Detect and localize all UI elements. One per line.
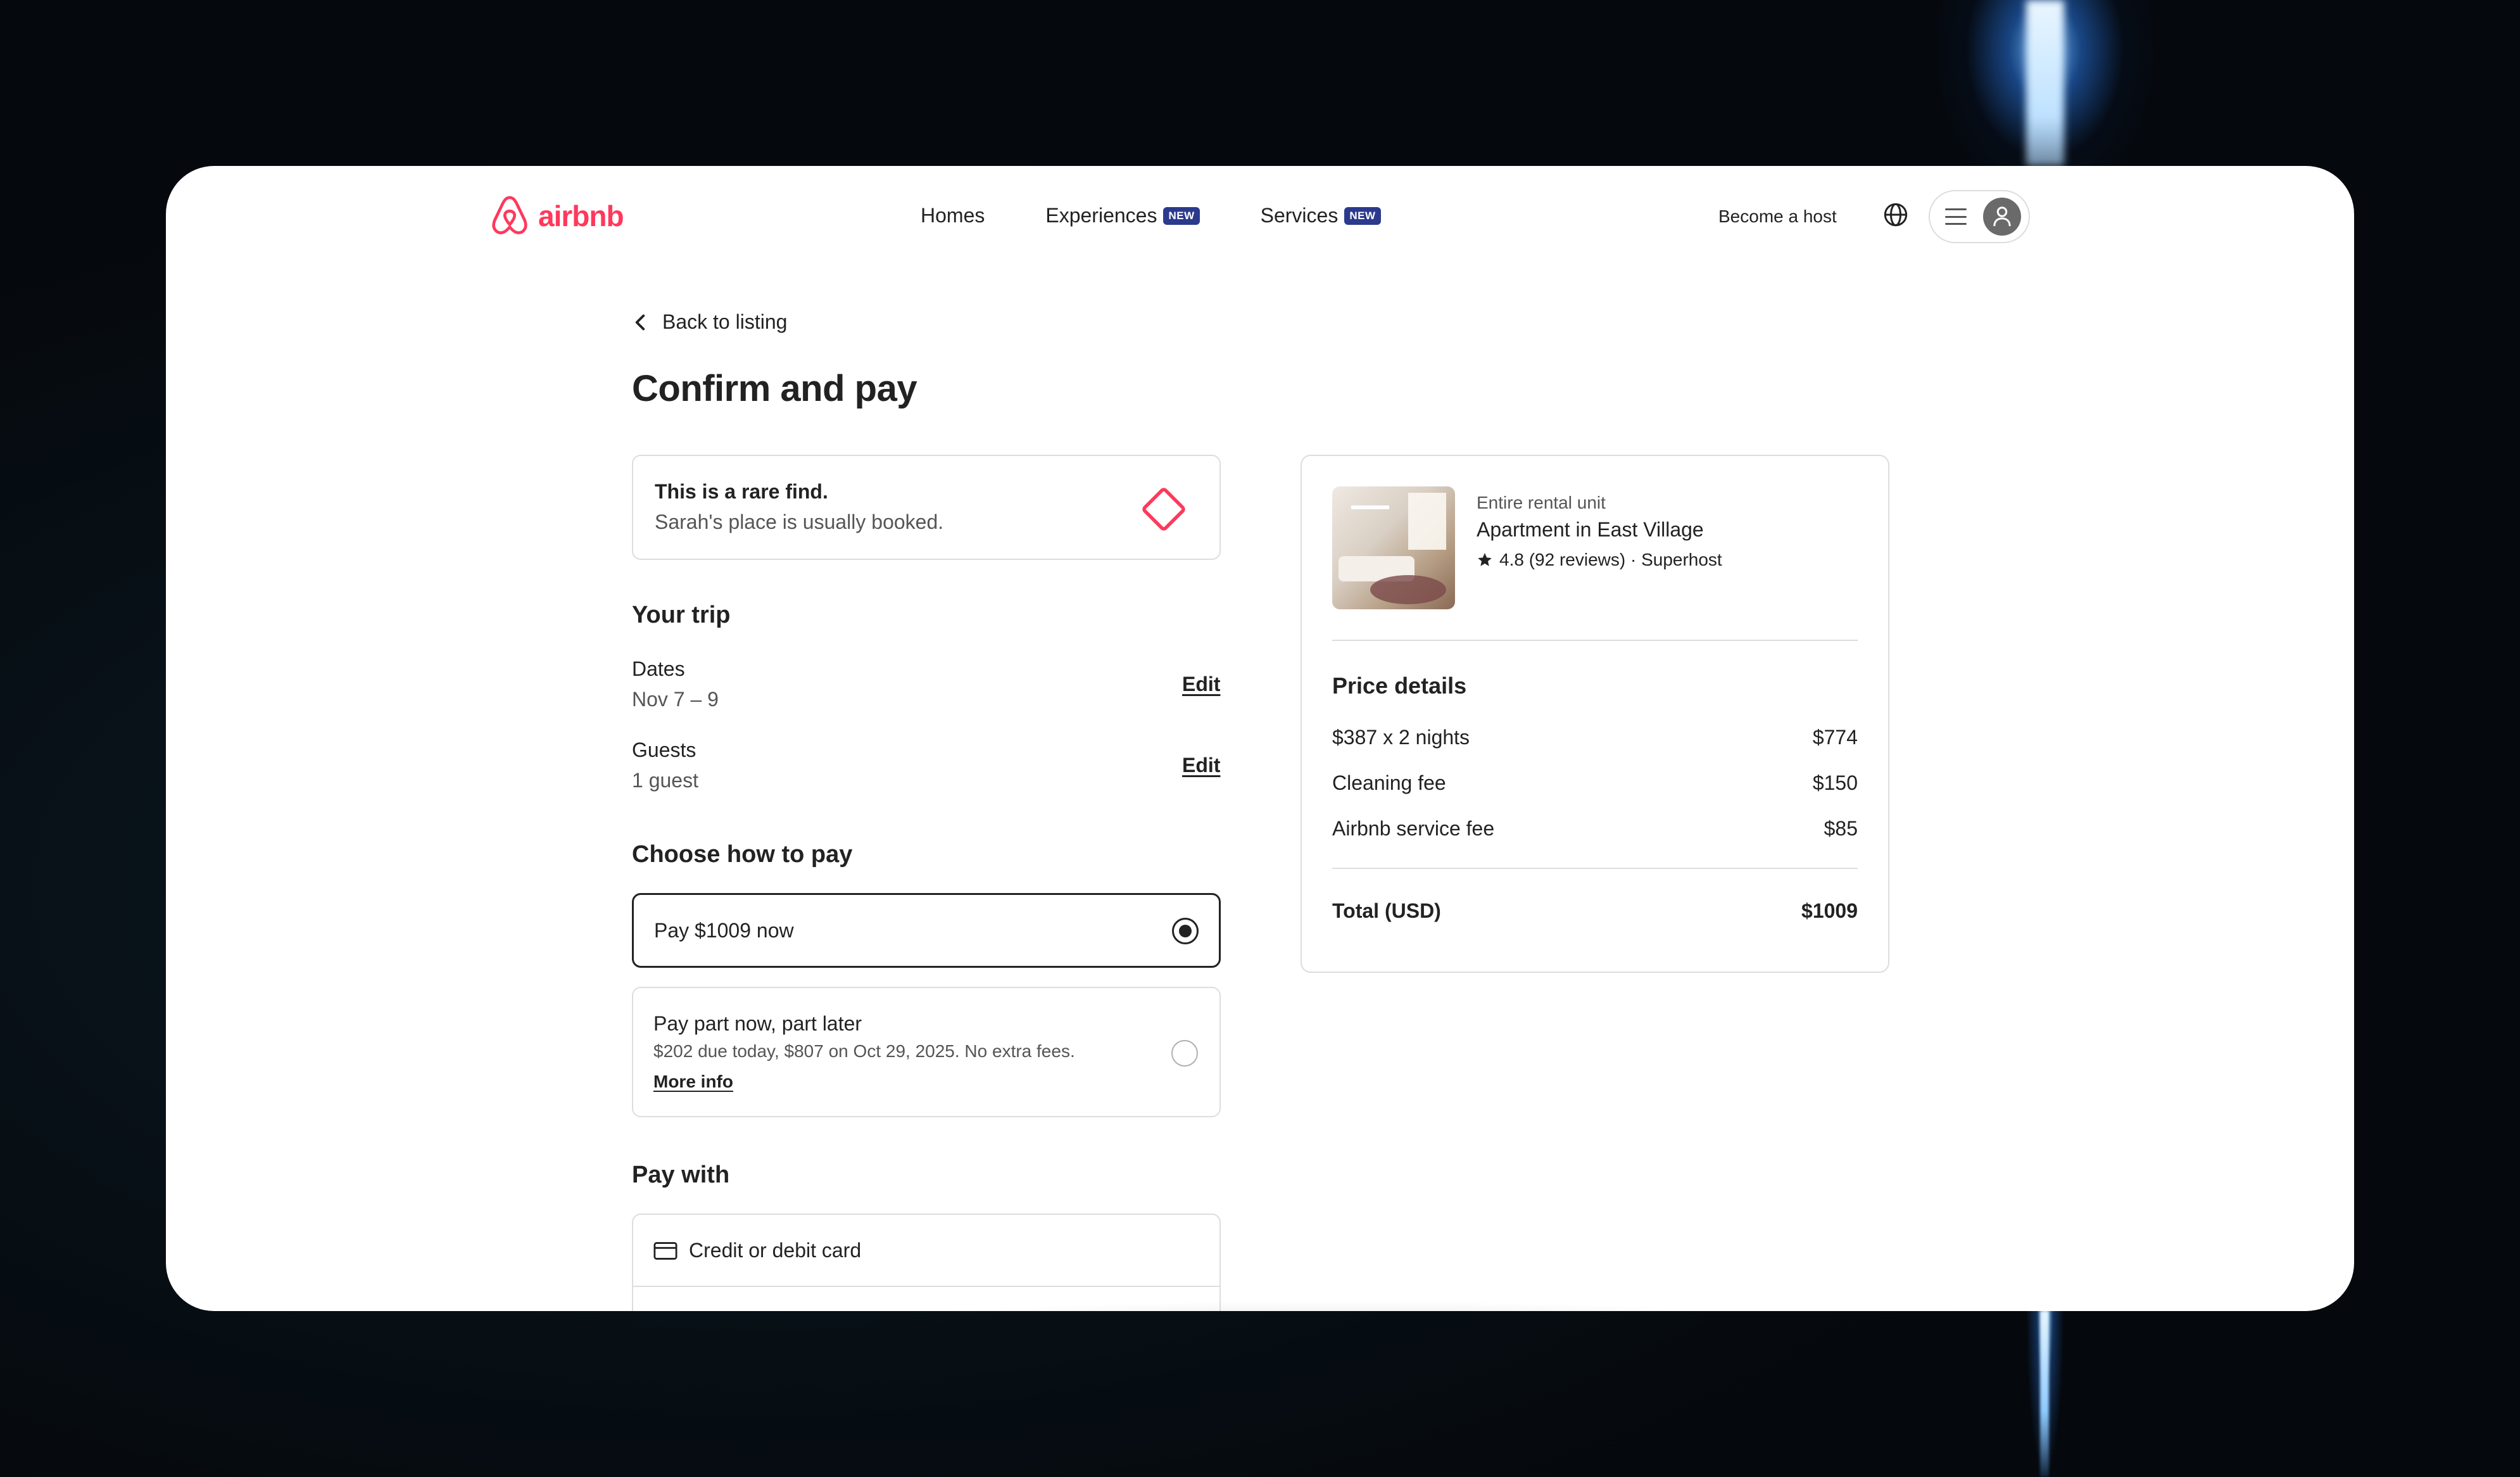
become-host-link[interactable]: Become a host <box>1718 206 1837 227</box>
scroll-shadow <box>799 1281 1875 1311</box>
price-details-title: Price details <box>1332 673 1467 699</box>
listing-name: Apartment in East Village <box>1477 518 1704 541</box>
new-badge: NEW <box>1163 206 1200 225</box>
listing-thumbnail[interactable] <box>1332 486 1455 609</box>
back-label: Back to listing <box>662 310 788 333</box>
your-trip-title: Your trip <box>632 602 731 628</box>
pay-with-title: Pay with <box>632 1162 730 1188</box>
divider <box>1332 640 1858 641</box>
pay-partial-radio[interactable] <box>1171 1040 1198 1067</box>
chevron-left-icon <box>635 314 645 330</box>
new-badge: NEW <box>1344 206 1381 225</box>
pay-full-radio[interactable] <box>1172 918 1199 944</box>
nav-services[interactable]: Services NEW <box>1261 204 1381 227</box>
booking-summary-card: Entire rental unit Apartment in East Vil… <box>1301 455 1889 973</box>
price-row-service-fee: Airbnb service fee $85 <box>1332 817 1858 840</box>
guests-value: 1 guest <box>632 769 698 792</box>
total-amount: $1009 <box>1801 899 1858 922</box>
airbnb-logo-icon <box>492 196 527 234</box>
price-row-label: Airbnb service fee <box>1332 817 1495 840</box>
logo-text: airbnb <box>538 200 624 232</box>
nav-homes-label: Homes <box>921 204 985 227</box>
nav-experiences[interactable]: Experiences NEW <box>1045 204 1200 227</box>
price-row-amount: $85 <box>1824 817 1858 840</box>
guests-label: Guests <box>632 738 696 761</box>
price-row-amount: $150 <box>1812 771 1858 794</box>
light-beam-top-core <box>2026 0 2064 166</box>
dates-label: Dates <box>632 657 685 680</box>
price-row-label: $387 x 2 nights <box>1332 726 1470 749</box>
globe-icon[interactable] <box>1883 202 1908 227</box>
main-nav: Homes Experiences NEW Services NEW <box>921 204 1381 227</box>
pay-full-label: Pay $1009 now <box>654 919 794 942</box>
listing-rating: 4.8 (92 reviews) · Superhost <box>1477 550 1722 570</box>
airbnb-logo[interactable]: airbnb <box>490 195 624 237</box>
edit-dates-button[interactable]: Edit <box>1182 673 1220 696</box>
total-row: Total (USD) $1009 <box>1332 899 1858 923</box>
site-header: airbnb Homes Experiences NEW Services NE… <box>166 166 2354 267</box>
credit-card-icon <box>653 1241 677 1260</box>
rare-find-card: This is a rare find. Sarah's place is us… <box>632 455 1221 560</box>
divider <box>1332 868 1858 869</box>
user-avatar-icon <box>1983 198 2021 236</box>
pay-partial-detail: $202 due today, $807 on Oct 29, 2025. No… <box>653 1041 1075 1061</box>
total-label: Total (USD) <box>1332 899 1441 922</box>
rare-find-subtitle: Sarah's place is usually booked. <box>655 510 944 533</box>
nav-services-label: Services <box>1260 204 1339 227</box>
browser-window: airbnb Homes Experiences NEW Services NE… <box>166 166 2354 1311</box>
pay-partial-label: Pay part now, part later <box>653 1012 862 1035</box>
price-row-label: Cleaning fee <box>1332 771 1446 794</box>
edit-guests-button[interactable]: Edit <box>1182 754 1220 777</box>
star-icon <box>1478 553 1492 566</box>
page-title: Confirm and pay <box>632 368 917 409</box>
hamburger-menu-icon <box>1945 208 1967 225</box>
pay-partial-option[interactable]: Pay part now, part later $202 due today,… <box>632 987 1221 1117</box>
choose-pay-title: Choose how to pay <box>632 841 853 868</box>
user-menu-button[interactable] <box>1929 190 2030 243</box>
payment-method-label: Credit or debit card <box>689 1239 862 1262</box>
dates-value: Nov 7 – 9 <box>632 688 719 711</box>
price-row-amount: $774 <box>1812 726 1858 749</box>
light-beam-bottom-core <box>2040 1311 2049 1477</box>
diamond-icon <box>1142 488 1185 531</box>
rare-find-title: This is a rare find. <box>655 480 828 503</box>
back-to-listing-link[interactable]: Back to listing <box>634 310 787 334</box>
price-row-nights: $387 x 2 nights $774 <box>1332 726 1858 749</box>
rating-text: 4.8 (92 reviews) · Superhost <box>1499 550 1722 569</box>
price-row-cleaning: Cleaning fee $150 <box>1332 771 1858 795</box>
pay-full-option[interactable]: Pay $1009 now <box>632 893 1221 968</box>
more-info-link[interactable]: More info <box>653 1072 733 1092</box>
listing-type: Entire rental unit <box>1477 493 1606 512</box>
nav-experiences-label: Experiences <box>1045 204 1157 227</box>
nav-homes[interactable]: Homes <box>921 204 985 227</box>
